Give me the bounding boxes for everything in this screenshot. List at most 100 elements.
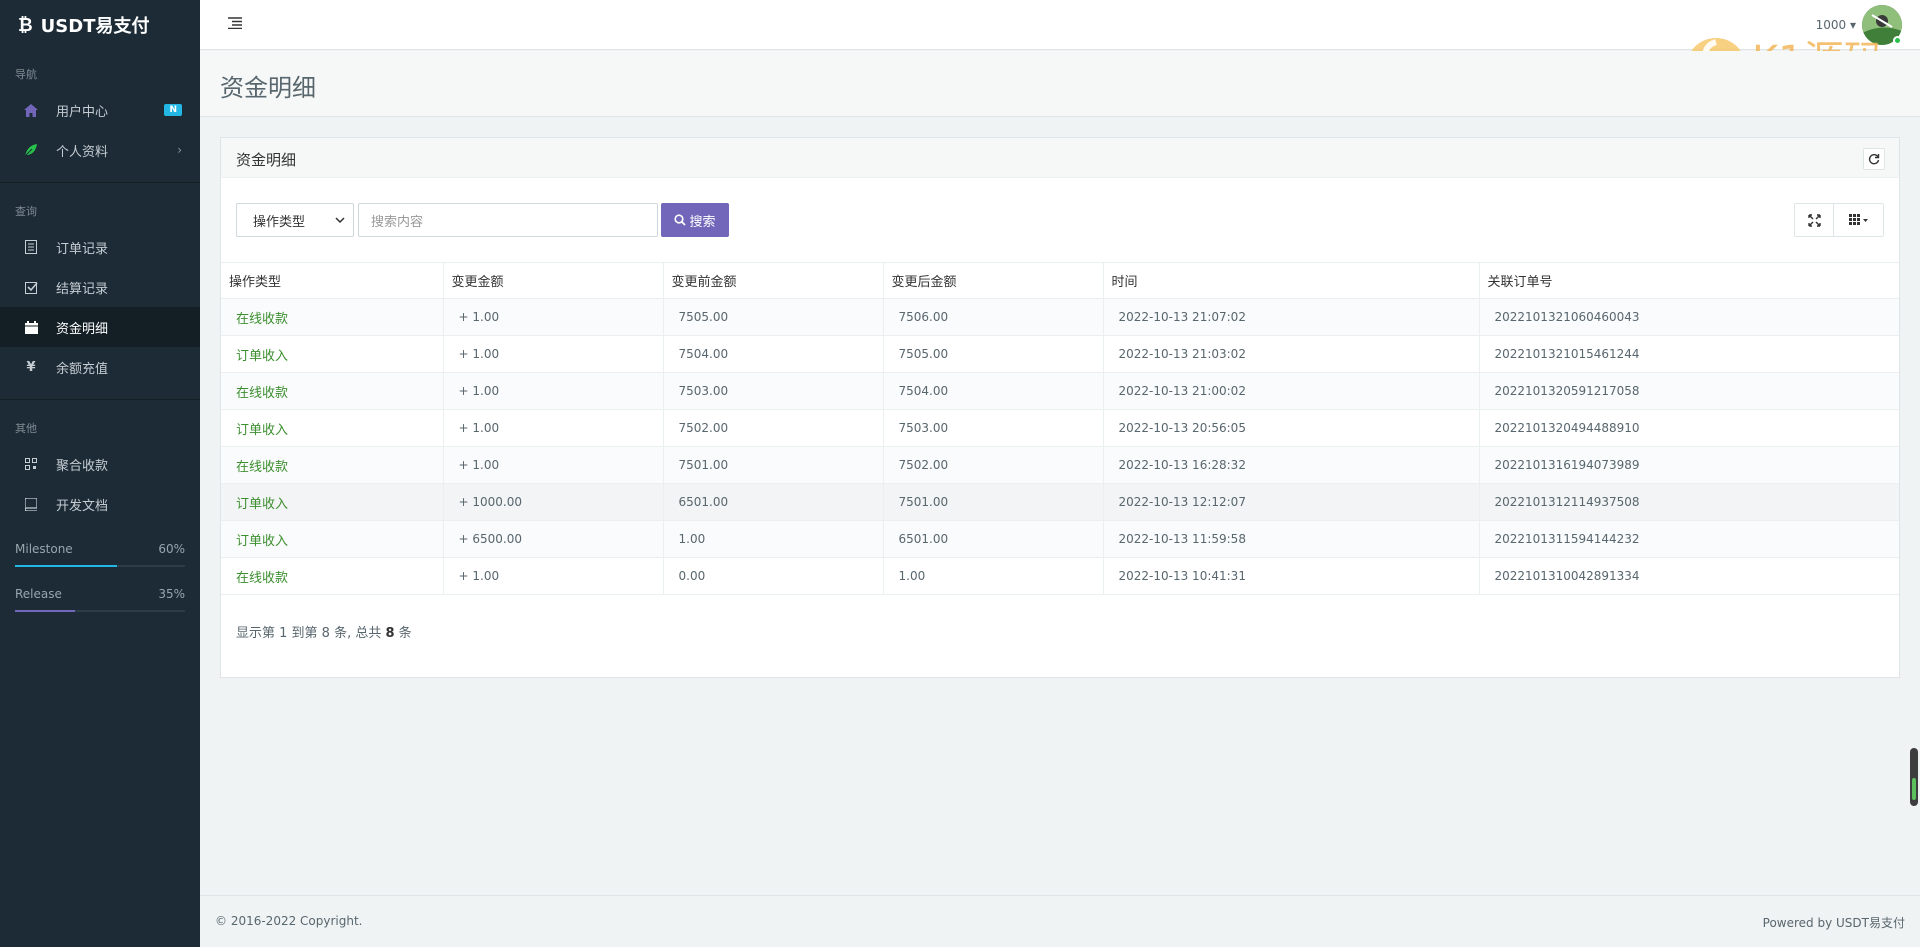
select-value: 操作类型 bbox=[253, 214, 306, 230]
table-row: 订单收入 + 6500.00 1.00 6501.00 2022-10-13 11:59… bbox=[221, 520, 1899, 558]
panel-header: 资金明细 bbox=[221, 138, 1899, 178]
cell-change-amount: + 1.00 bbox=[443, 372, 664, 410]
cell-time: 2022-10-13 21:03:02 bbox=[1103, 335, 1480, 373]
cell-type: 在线收款 bbox=[221, 372, 444, 410]
fund-details-panel: 资金明细 操作类型 搜索内容 搜索 操作类型 变更金额 变更前金额 变更后金额 … bbox=[220, 137, 1900, 678]
cell-change-amount: + 1.00 bbox=[443, 557, 664, 595]
cell-before-amount: 7502.00 bbox=[663, 409, 884, 447]
user-dropdown[interactable]: 1000 ▾ bbox=[1816, 18, 1856, 32]
cell-type: 订单收入 bbox=[221, 483, 444, 521]
table-row: 订单收入 + 1.00 7502.00 7503.00 2022-10-13 20:56… bbox=[221, 409, 1899, 447]
progress-fill bbox=[15, 565, 117, 567]
online-status-dot bbox=[1893, 36, 1902, 45]
cell-change-amount: + 6500.00 bbox=[443, 520, 664, 558]
fullscreen-icon bbox=[1807, 213, 1821, 227]
calendar-icon bbox=[22, 320, 40, 334]
pagination-info: 显示第 1 到第 8 条, 总共 8 条 bbox=[236, 622, 412, 641]
copyright: © 2016-2022 Copyright. bbox=[215, 914, 363, 928]
columns-toggle-button[interactable] bbox=[1834, 203, 1884, 237]
cell-order-no: 2022101311594144232 bbox=[1479, 520, 1899, 558]
sidebar-item-label: 订单记录 bbox=[56, 241, 109, 257]
progress-label: Milestone bbox=[15, 542, 73, 556]
brand[interactable]: ₿ USDT易支付 bbox=[0, 0, 200, 50]
progress-value: 35% bbox=[158, 587, 185, 601]
cell-before-amount: 7505.00 bbox=[663, 298, 884, 336]
chevron-right-icon: › bbox=[177, 143, 182, 157]
cell-after-amount: 6501.00 bbox=[883, 520, 1104, 558]
sidebar-item-label: 用户中心 bbox=[56, 104, 109, 120]
cell-before-amount: 0.00 bbox=[663, 557, 884, 595]
qrcode-icon bbox=[22, 458, 40, 470]
cell-before-amount: 7503.00 bbox=[663, 372, 884, 410]
operation-type-select[interactable]: 操作类型 bbox=[236, 203, 354, 237]
cell-change-amount: + 1.00 bbox=[443, 298, 664, 336]
cell-before-amount: 7504.00 bbox=[663, 335, 884, 373]
cell-change-amount: + 1.00 bbox=[443, 446, 664, 484]
refresh-button[interactable] bbox=[1863, 148, 1885, 170]
table-row: 在线收款 + 1.00 7503.00 7504.00 2022-10-13 21:00… bbox=[221, 372, 1899, 410]
book-icon bbox=[22, 497, 40, 511]
menu-toggle-icon[interactable] bbox=[228, 17, 242, 33]
table-row: 在线收款 + 1.00 7501.00 7502.00 2022-10-13 16:28… bbox=[221, 446, 1899, 484]
sidebar-item-dev-docs[interactable]: 开发文档 bbox=[0, 484, 200, 524]
fullscreen-button[interactable] bbox=[1794, 203, 1834, 237]
pagination-total: 8 bbox=[385, 626, 395, 641]
table-row: 订单收入 + 1.00 7504.00 7505.00 2022-10-13 21:03… bbox=[221, 335, 1899, 373]
cell-type: 在线收款 bbox=[221, 557, 444, 595]
sidebar-item-label: 余额充值 bbox=[56, 361, 109, 377]
pagination-suffix: 条 bbox=[394, 626, 412, 641]
search-input[interactable]: 搜索内容 bbox=[358, 203, 658, 237]
cell-after-amount: 1.00 bbox=[883, 557, 1104, 595]
nav-header-navigation: 导航 bbox=[15, 68, 37, 81]
cell-type: 订单收入 bbox=[221, 335, 444, 373]
progress-track bbox=[15, 565, 185, 567]
column-header-order-no[interactable]: 关联订单号 bbox=[1479, 262, 1899, 299]
bitcoin-icon: ₿ bbox=[18, 14, 33, 36]
cell-time: 2022-10-13 16:28:32 bbox=[1103, 446, 1480, 484]
new-badge: N bbox=[164, 104, 182, 116]
cell-order-no: 2022101312114937508 bbox=[1479, 483, 1899, 521]
cell-order-no: 2022101310042891334 bbox=[1479, 557, 1899, 595]
cell-type: 在线收款 bbox=[221, 298, 444, 336]
progress-fill bbox=[15, 610, 75, 612]
sidebar-item-fund-details[interactable]: 资金明细 bbox=[0, 307, 200, 347]
column-header-type[interactable]: 操作类型 bbox=[221, 262, 444, 299]
cell-after-amount: 7506.00 bbox=[883, 298, 1104, 336]
cell-time: 2022-10-13 12:12:07 bbox=[1103, 483, 1480, 521]
progress-milestone: Milestone 60% bbox=[0, 524, 200, 567]
column-header-change-amount[interactable]: 变更金额 bbox=[443, 262, 664, 299]
pagination-prefix: 显示第 1 到第 8 条, 总共 bbox=[236, 626, 386, 641]
sidebar-item-aggregate-pay[interactable]: 聚合收款 bbox=[0, 444, 200, 484]
table-row: 在线收款 + 1.00 0.00 1.00 2022-10-13 10:41:31 202… bbox=[221, 557, 1899, 595]
list-icon bbox=[22, 240, 40, 254]
column-header-time[interactable]: 时间 bbox=[1103, 262, 1480, 299]
column-header-before-amount[interactable]: 变更前金额 bbox=[663, 262, 884, 299]
search-button[interactable]: 搜索 bbox=[661, 203, 729, 237]
search-toolbar: 操作类型 搜索内容 搜索 bbox=[236, 203, 729, 237]
fund-details-table: 操作类型 变更金额 变更前金额 变更后金额 时间 关联订单号 在线收款 + 1.0… bbox=[221, 262, 1899, 595]
cell-order-no: 2022101320494488910 bbox=[1479, 409, 1899, 447]
sidebar-item-orders[interactable]: 订单记录 bbox=[0, 227, 200, 267]
sidebar-item-recharge[interactable]: ¥ 余额充值 bbox=[0, 347, 200, 387]
scrollbar-thumb[interactable] bbox=[1910, 748, 1918, 806]
cell-before-amount: 6501.00 bbox=[663, 483, 884, 521]
sidebar-item-user-center[interactable]: 用户中心 N bbox=[0, 90, 200, 130]
progress-release: Release 35% bbox=[0, 567, 200, 612]
search-icon bbox=[674, 214, 687, 226]
cell-order-no: 2022101320591217058 bbox=[1479, 372, 1899, 410]
cell-before-amount: 7501.00 bbox=[663, 446, 884, 484]
cell-time: 2022-10-13 21:00:02 bbox=[1103, 372, 1480, 410]
sidebar-item-label: 结算记录 bbox=[56, 281, 109, 297]
column-header-after-amount[interactable]: 变更后金额 bbox=[883, 262, 1104, 299]
cell-order-no: 2022101321015461244 bbox=[1479, 335, 1899, 373]
cell-before-amount: 1.00 bbox=[663, 520, 884, 558]
cell-time: 2022-10-13 11:59:58 bbox=[1103, 520, 1480, 558]
progress-label: Release bbox=[15, 587, 62, 601]
topbar: 1000 ▾ bbox=[200, 0, 1920, 50]
sidebar-item-profile[interactable]: 个人资料 › bbox=[0, 130, 200, 170]
cell-after-amount: 7502.00 bbox=[883, 446, 1104, 484]
cell-type: 订单收入 bbox=[221, 409, 444, 447]
cell-order-no: 2022101316194073989 bbox=[1479, 446, 1899, 484]
sidebar-item-settlements[interactable]: 结算记录 bbox=[0, 267, 200, 307]
refresh-icon bbox=[1868, 154, 1880, 165]
